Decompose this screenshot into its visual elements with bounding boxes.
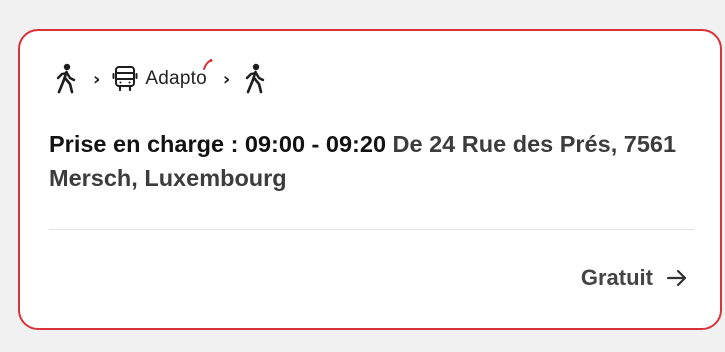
route-summary: › Adapt o ›	[53, 59, 268, 99]
wheelchair-accent-icon	[202, 59, 213, 70]
chevron-right-icon: ›	[222, 68, 231, 90]
chevron-right-icon: ›	[93, 68, 101, 90]
arrow-right-icon	[666, 268, 688, 288]
page: › Adapt o › Prise en charge: 09:00 - 09…	[0, 0, 725, 352]
service-name: Adapt	[145, 68, 197, 89]
walk-icon	[53, 63, 79, 95]
divider	[49, 229, 694, 230]
pickup-time: Prise en charge : 09:00 - 09:20	[49, 131, 387, 157]
bus-icon	[112, 65, 138, 93]
price-link[interactable]: Gratuit	[581, 265, 688, 291]
service-logo: Adapt o	[145, 59, 213, 90]
trip-card[interactable]: › Adapt o › Prise en charge: 09:00 - 09…	[18, 29, 722, 330]
price-label: Gratuit	[580, 265, 653, 290]
walk-icon	[242, 63, 268, 95]
service-name-tail: o	[196, 59, 213, 90]
pickup-details: Prise en charge : 09:00 - 09:20 De 24 Ru…	[49, 127, 689, 195]
